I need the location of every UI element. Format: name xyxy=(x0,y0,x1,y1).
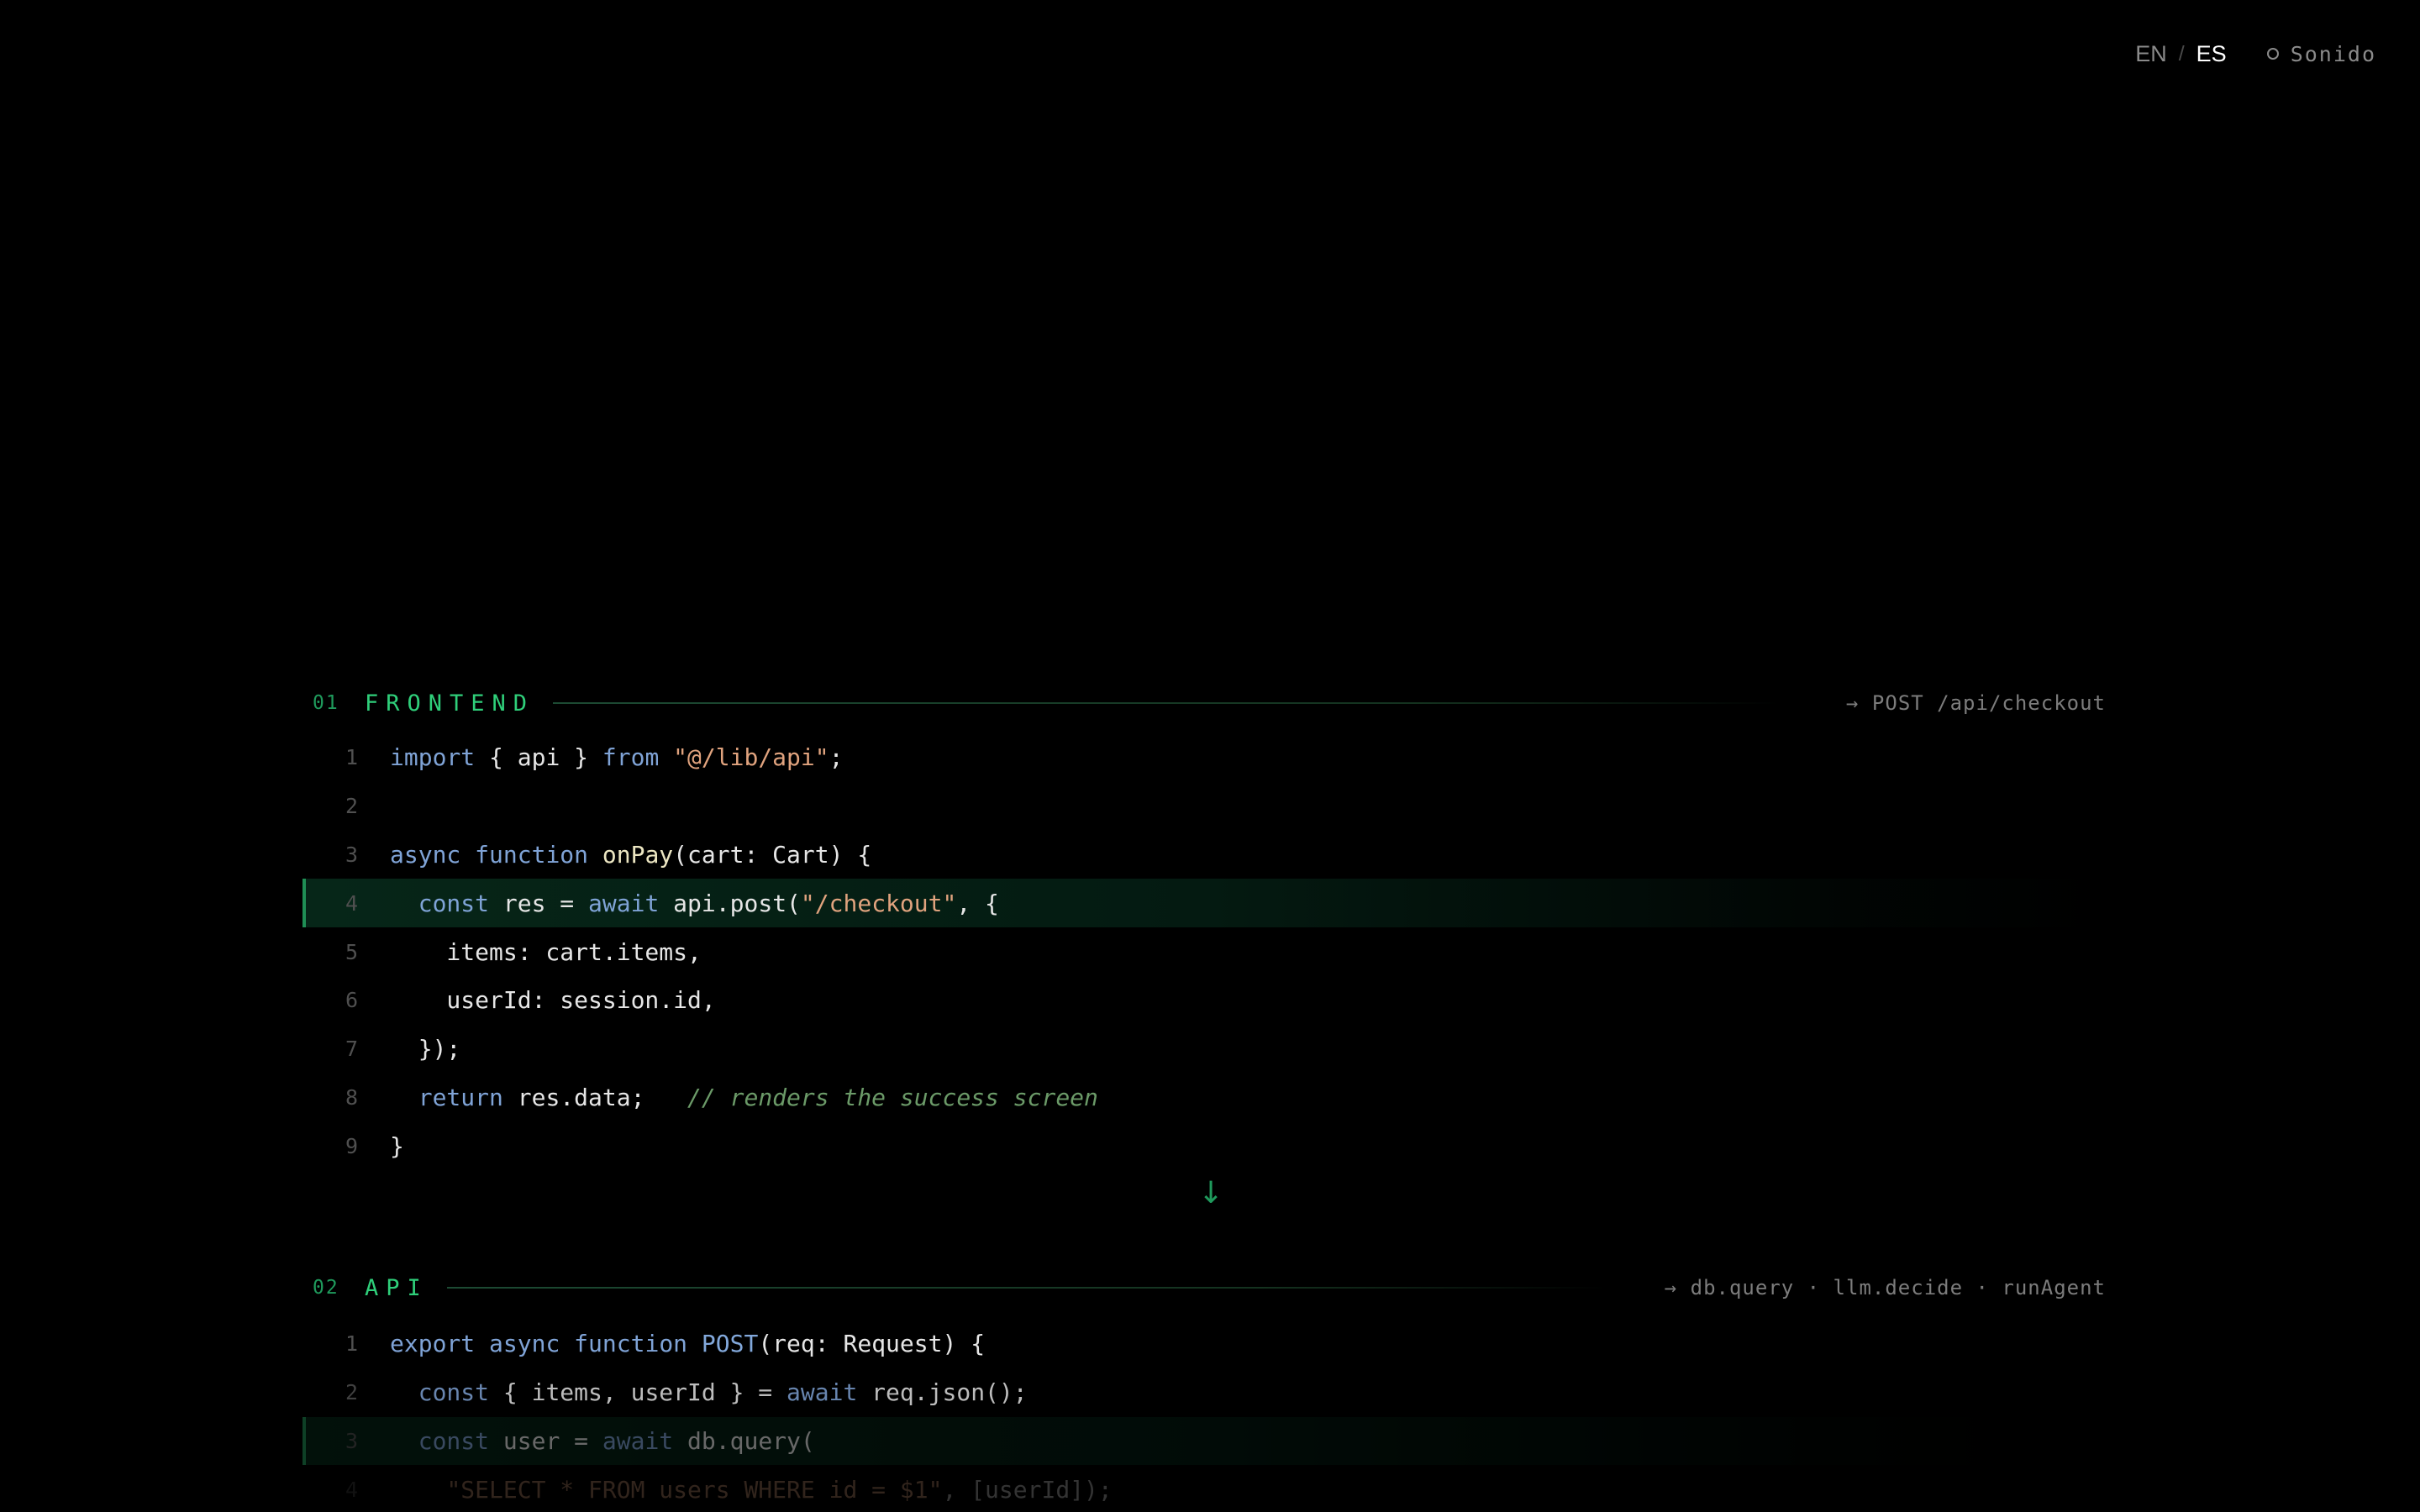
top-controls: EN / ES Sonido xyxy=(2135,39,2376,69)
code-line: 1 import { api } from "@/lib/api"; xyxy=(302,733,2106,782)
code-text: const user = await db.query( xyxy=(418,1426,815,1455)
section-meta: → db.query · llm.decide · runAgent xyxy=(1664,1276,2106,1299)
code-line: 4 "SELECT * FROM users WHERE id = $1", [… xyxy=(302,1465,2106,1512)
code-line: 2 const { items, userId } = await req.js… xyxy=(302,1368,2106,1417)
code-line-highlighted: 4 const res = await api.post("/checkout"… xyxy=(302,879,2106,928)
code-line: 6 userId: session.id, xyxy=(302,976,2106,1025)
section-title: API xyxy=(365,1274,429,1301)
line-number: 3 xyxy=(345,842,358,867)
code-text: } xyxy=(390,1131,404,1160)
code-line: 3 async function onPay(cart: Cart) { xyxy=(302,831,2106,879)
line-number: 7 xyxy=(345,1037,358,1062)
sound-label: Sonido xyxy=(2290,41,2376,66)
line-number: 1 xyxy=(345,1331,358,1357)
sound-toggle[interactable]: Sonido xyxy=(2266,41,2376,66)
section-divider xyxy=(553,702,1781,704)
code-line: 5 items: cart.items, xyxy=(302,927,2106,976)
code-text: userId: session.id, xyxy=(390,986,716,1015)
line-number: 2 xyxy=(345,1380,358,1405)
code-text: async function onPay(cart: Cart) { xyxy=(390,840,872,869)
code-line: 2 xyxy=(302,782,2106,831)
section-number: 02 xyxy=(313,1277,339,1299)
code-text: export async function POST(req: Request)… xyxy=(390,1330,986,1358)
line-number: 1 xyxy=(345,745,358,770)
line-number: 4 xyxy=(345,890,358,916)
section-number: 01 xyxy=(313,692,339,714)
flow-down-arrow-icon: ↓ xyxy=(1198,1176,1224,1210)
code-line: 8 return res.data; // renders the succes… xyxy=(302,1074,2106,1122)
section-meta: → POST /api/checkout xyxy=(1846,691,2106,715)
section-frontend: 01 FRONTEND → POST /api/checkout 1 impor… xyxy=(302,688,2106,1170)
code-line: 7 }); xyxy=(302,1025,2106,1074)
code-text: return res.data; // renders the success … xyxy=(418,1083,1098,1111)
section-divider xyxy=(446,1287,1607,1289)
code-text: const { items, userId } = await req.json… xyxy=(418,1378,1028,1407)
code-line: 1 export async function POST(req: Reques… xyxy=(302,1320,2106,1368)
section-api: 02 API → db.query · llm.decide · runAgen… xyxy=(302,1273,2106,1512)
line-number: 9 xyxy=(345,1133,358,1158)
language-separator: / xyxy=(2178,41,2185,66)
line-number: 4 xyxy=(345,1477,358,1502)
code-block-api: 1 export async function POST(req: Reques… xyxy=(302,1320,2106,1512)
code-line-highlighted: 3 const user = await db.query( xyxy=(302,1416,2106,1466)
code-text: items: cart.items, xyxy=(390,937,702,966)
code-text: }); xyxy=(390,1035,461,1063)
code-line: 9 } xyxy=(302,1121,2106,1170)
circle-outline-icon xyxy=(2266,48,2279,60)
line-number: 5 xyxy=(345,939,358,964)
line-number: 2 xyxy=(345,794,358,819)
code-block-frontend: 1 import { api } from "@/lib/api"; 2 3 a… xyxy=(302,733,2106,1170)
line-number: 6 xyxy=(345,988,358,1013)
line-number: 8 xyxy=(345,1084,358,1110)
language-es-button[interactable]: ES xyxy=(2196,41,2227,67)
code-text: const res = await api.post("/checkout", … xyxy=(418,889,999,917)
section-title: FRONTEND xyxy=(365,690,535,717)
section-header: 01 FRONTEND → POST /api/checkout xyxy=(302,688,2106,718)
code-text: import { api } from "@/lib/api"; xyxy=(390,743,844,772)
section-header: 02 API → db.query · llm.decide · runAgen… xyxy=(302,1273,2106,1303)
language-en-button[interactable]: EN xyxy=(2135,41,2167,67)
code-text: "SELECT * FROM users WHERE id = $1", [us… xyxy=(446,1475,1113,1504)
line-number: 3 xyxy=(345,1428,358,1453)
